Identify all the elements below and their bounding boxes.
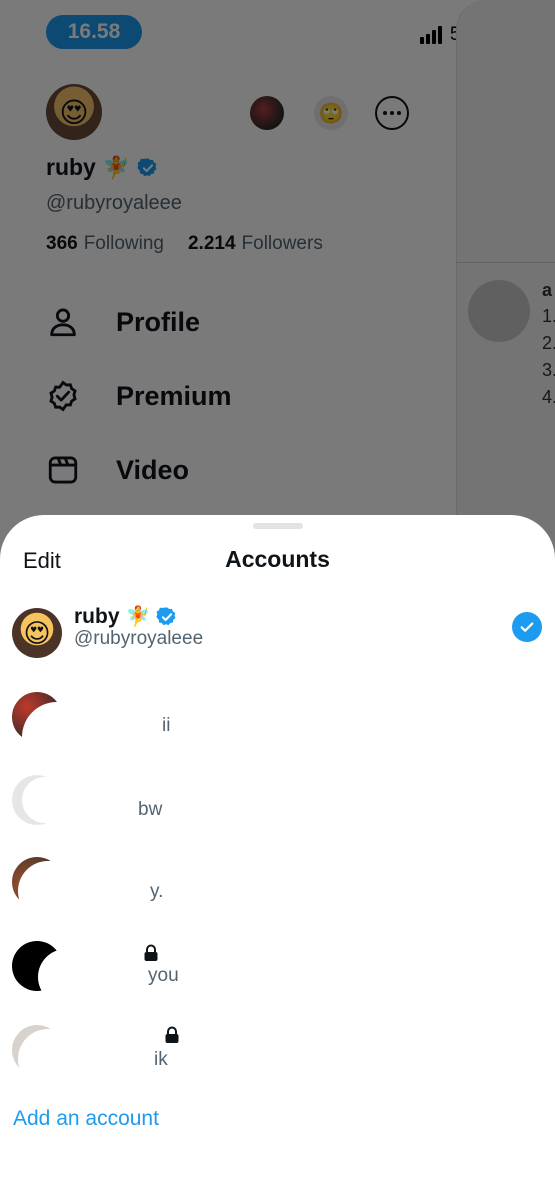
sheet-grabber[interactable] — [253, 523, 303, 529]
verified-badge-icon — [156, 606, 176, 625]
account-handle: ik — [154, 1049, 168, 1070]
menu-item-video[interactable]: Video — [46, 453, 189, 487]
feed-avatar[interactable] — [468, 280, 530, 342]
video-icon — [48, 456, 78, 484]
signal-icon — [419, 26, 442, 44]
feed-text: 3. — [542, 360, 555, 380]
menu-item-label: Video — [116, 454, 190, 485]
account-handle: ii — [162, 715, 171, 736]
account-row[interactable]: ii — [12, 692, 542, 772]
switch-account-avatar[interactable] — [250, 96, 284, 130]
follow-stats: 366 Following 2.214 Followers — [46, 233, 323, 255]
feed-divider — [456, 262, 555, 263]
menu-item-label: Profile — [116, 306, 201, 337]
menu-item-label: Premium — [116, 380, 232, 411]
account-row[interactable]: ik — [12, 1025, 542, 1089]
account-row[interactable]: bw — [12, 775, 542, 839]
followers-label[interactable]: Followers — [242, 233, 323, 255]
accounts-sheet: Edit Accounts 😍 ruby 🧚 @rubyroyaleee ii … — [0, 515, 555, 1200]
following-count[interactable]: 366 — [46, 233, 78, 255]
feed-text: 2. — [542, 333, 555, 353]
profile-handle: @rubyroyaleee — [46, 192, 182, 214]
fairy-emoji: 🧚 — [125, 606, 151, 628]
selected-check-icon — [512, 612, 542, 642]
account-handle: @rubyroyaleee — [74, 628, 204, 649]
profile-name-text: ruby — [46, 154, 96, 180]
account-handle: you — [148, 965, 179, 986]
status-time: 16.58 — [46, 15, 142, 49]
account-handle: bw — [138, 799, 163, 820]
verified-badge-icon — [137, 157, 157, 176]
fairy-emoji: 🧚 — [102, 154, 131, 180]
lock-icon — [165, 1026, 179, 1043]
menu-item-profile[interactable]: Profile — [46, 305, 200, 339]
switch-account-avatar[interactable]: 🙄 — [314, 96, 348, 130]
account-avatar: 😍 — [12, 608, 62, 658]
feed-text: a — [542, 280, 553, 300]
account-row[interactable]: 😍 ruby 🧚 @rubyroyaleee — [12, 605, 542, 668]
following-label[interactable]: Following — [84, 233, 164, 255]
account-row[interactable]: y. — [12, 857, 542, 921]
profile-avatar[interactable]: 😍 — [46, 84, 102, 140]
menu-item-premium[interactable]: Premium — [46, 379, 232, 413]
account-name: ruby 🧚 — [74, 604, 178, 629]
feed-text: 4. — [542, 387, 555, 407]
feed-text: 1. — [542, 306, 555, 326]
add-account-button[interactable]: Add an account — [13, 1107, 159, 1131]
account-name-text: ruby — [74, 604, 120, 628]
more-accounts-button[interactable] — [375, 96, 409, 130]
account-handle: y. — [150, 881, 164, 902]
profile-name: ruby 🧚 — [46, 154, 159, 181]
followers-count[interactable]: 2.214 — [188, 233, 236, 255]
lock-icon — [144, 944, 158, 961]
sheet-title: Accounts — [225, 546, 330, 572]
verified-badge-icon — [49, 380, 77, 412]
person-icon — [50, 308, 76, 337]
account-row[interactable]: you — [12, 941, 542, 1005]
